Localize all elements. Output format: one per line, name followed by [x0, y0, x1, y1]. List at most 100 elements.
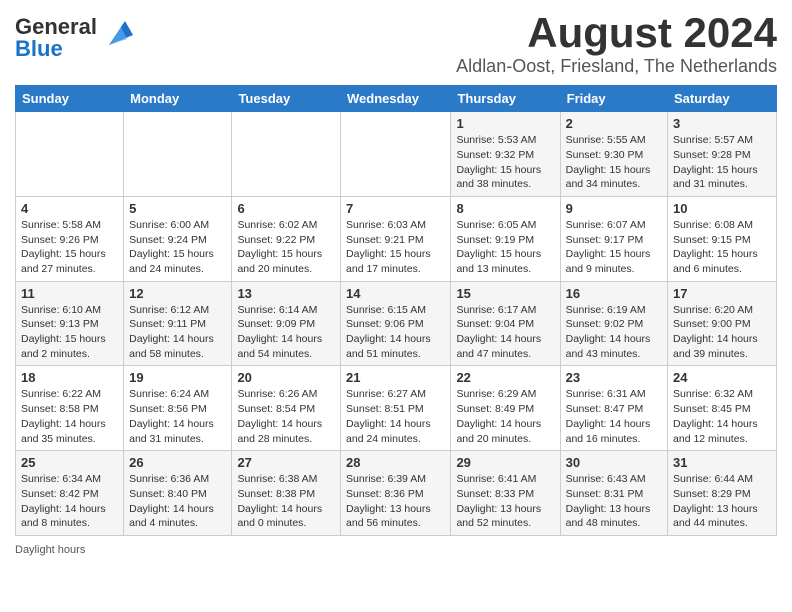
calendar-cell: 13 Sunrise: 6:14 AM Sunset: 9:09 PM Dayli… [232, 281, 341, 366]
calendar-cell: 24 Sunrise: 6:32 AM Sunset: 8:45 PM Dayli… [668, 366, 777, 451]
day-number: 5 [129, 201, 226, 216]
subtitle: Aldlan-Oost, Friesland, The Netherlands [456, 56, 777, 77]
cell-info: Sunrise: 5:53 AM Sunset: 9:32 PM Dayligh… [456, 133, 554, 192]
day-number: 30 [566, 455, 662, 470]
calendar-week-3: 11 Sunrise: 6:10 AM Sunset: 9:13 PM Dayli… [16, 281, 777, 366]
day-number: 28 [346, 455, 445, 470]
cell-info: Sunrise: 5:55 AM Sunset: 9:30 PM Dayligh… [566, 133, 662, 192]
day-number: 4 [21, 201, 118, 216]
day-number: 18 [21, 370, 118, 385]
cell-info: Sunrise: 6:14 AM Sunset: 9:09 PM Dayligh… [237, 303, 335, 362]
calendar-cell: 19Sunrise: 6:24 AM Sunset: 8:56 PM Dayli… [124, 366, 232, 451]
calendar-cell: 28 Sunrise: 6:39 AM Sunset: 8:36 PM Dayli… [341, 451, 451, 536]
day-number: 31 [673, 455, 771, 470]
cell-info: Sunrise: 6:05 AM Sunset: 9:19 PM Dayligh… [456, 218, 554, 277]
calendar-cell: 20 Sunrise: 6:26 AM Sunset: 8:54 PM Dayli… [232, 366, 341, 451]
cell-info: Sunrise: 6:26 AM Sunset: 8:54 PM Dayligh… [237, 387, 335, 446]
calendar-header-row: SundayMondayTuesdayWednesdayThursdayFrid… [16, 86, 777, 112]
calendar-cell: 8 Sunrise: 6:05 AM Sunset: 9:19 PM Daylig… [451, 196, 560, 281]
calendar-cell: 3 Sunrise: 5:57 AM Sunset: 9:28 PM Daylig… [668, 112, 777, 197]
cell-info: Sunrise: 6:34 AM Sunset: 8:42 PM Dayligh… [21, 472, 118, 531]
day-number: 3 [673, 116, 771, 131]
calendar-cell [16, 112, 124, 197]
day-number: 24 [673, 370, 771, 385]
calendar-cell: 15 Sunrise: 6:17 AM Sunset: 9:04 PM Dayli… [451, 281, 560, 366]
calendar-cell: 12 Sunrise: 6:12 AM Sunset: 9:11 PM Dayli… [124, 281, 232, 366]
cell-info: Sunrise: 5:57 AM Sunset: 9:28 PM Dayligh… [673, 133, 771, 192]
cell-info: Sunrise: 6:03 AM Sunset: 9:21 PM Dayligh… [346, 218, 445, 277]
cell-info: Sunrise: 6:00 AM Sunset: 9:24 PM Dayligh… [129, 218, 226, 277]
page-header: General Blue August 2024 Aldlan-Oost, Fr… [15, 10, 777, 77]
logo: General Blue [15, 16, 133, 60]
cell-info: Sunrise: 6:12 AM Sunset: 9:11 PM Dayligh… [129, 303, 226, 362]
day-number: 2 [566, 116, 662, 131]
cell-info: Sunrise: 6:02 AM Sunset: 9:22 PM Dayligh… [237, 218, 335, 277]
day-number: 8 [456, 201, 554, 216]
day-number: 26 [129, 455, 226, 470]
col-header-friday: Friday [560, 86, 667, 112]
main-title: August 2024 [456, 10, 777, 56]
day-number: 7 [346, 201, 445, 216]
col-header-wednesday: Wednesday [341, 86, 451, 112]
day-number: 13 [237, 286, 335, 301]
cell-info: Sunrise: 6:41 AM Sunset: 8:33 PM Dayligh… [456, 472, 554, 531]
col-header-saturday: Saturday [668, 86, 777, 112]
calendar-cell: 10 Sunrise: 6:08 AM Sunset: 9:15 PM Dayli… [668, 196, 777, 281]
calendar-cell: 31 Sunrise: 6:44 AM Sunset: 8:29 PM Dayli… [668, 451, 777, 536]
calendar-cell: 16Sunrise: 6:19 AM Sunset: 9:02 PM Dayli… [560, 281, 667, 366]
cell-info: Sunrise: 6:08 AM Sunset: 9:15 PM Dayligh… [673, 218, 771, 277]
calendar-cell [232, 112, 341, 197]
cell-info: Sunrise: 6:38 AM Sunset: 8:38 PM Dayligh… [237, 472, 335, 531]
day-number: 21 [346, 370, 445, 385]
cell-info: Sunrise: 6:43 AM Sunset: 8:31 PM Dayligh… [566, 472, 662, 531]
cell-info: Sunrise: 6:10 AM Sunset: 9:13 PM Dayligh… [21, 303, 118, 362]
cell-info: Sunrise: 6:07 AM Sunset: 9:17 PM Dayligh… [566, 218, 662, 277]
day-number: 9 [566, 201, 662, 216]
calendar-cell: 18Sunrise: 6:22 AM Sunset: 8:58 PM Dayli… [16, 366, 124, 451]
calendar-cell: 22 Sunrise: 6:29 AM Sunset: 8:49 PM Dayli… [451, 366, 560, 451]
logo-icon [101, 17, 133, 49]
day-number: 25 [21, 455, 118, 470]
calendar-cell [124, 112, 232, 197]
col-header-monday: Monday [124, 86, 232, 112]
cell-info: Sunrise: 6:31 AM Sunset: 8:47 PM Dayligh… [566, 387, 662, 446]
day-number: 29 [456, 455, 554, 470]
day-number: 14 [346, 286, 445, 301]
day-number: 6 [237, 201, 335, 216]
cell-info: Sunrise: 6:36 AM Sunset: 8:40 PM Dayligh… [129, 472, 226, 531]
cell-info: Sunrise: 6:15 AM Sunset: 9:06 PM Dayligh… [346, 303, 445, 362]
calendar-cell: 14 Sunrise: 6:15 AM Sunset: 9:06 PM Dayli… [341, 281, 451, 366]
calendar-cell: 21Sunrise: 6:27 AM Sunset: 8:51 PM Dayli… [341, 366, 451, 451]
calendar-cell: 1 Sunrise: 5:53 AM Sunset: 9:32 PM Daylig… [451, 112, 560, 197]
calendar-cell: 11 Sunrise: 6:10 AM Sunset: 9:13 PM Dayli… [16, 281, 124, 366]
cell-info: Sunrise: 6:24 AM Sunset: 8:56 PM Dayligh… [129, 387, 226, 446]
calendar-cell: 30 Sunrise: 6:43 AM Sunset: 8:31 PM Dayli… [560, 451, 667, 536]
calendar-week-2: 4 Sunrise: 5:58 AM Sunset: 9:26 PM Daylig… [16, 196, 777, 281]
day-number: 16 [566, 286, 662, 301]
logo-blue: Blue [15, 36, 63, 61]
cell-info: Sunrise: 6:29 AM Sunset: 8:49 PM Dayligh… [456, 387, 554, 446]
day-number: 12 [129, 286, 226, 301]
day-number: 22 [456, 370, 554, 385]
cell-info: Sunrise: 6:17 AM Sunset: 9:04 PM Dayligh… [456, 303, 554, 362]
cell-info: Sunrise: 5:58 AM Sunset: 9:26 PM Dayligh… [21, 218, 118, 277]
calendar-cell: 17Sunrise: 6:20 AM Sunset: 9:00 PM Dayli… [668, 281, 777, 366]
calendar-week-1: 1 Sunrise: 5:53 AM Sunset: 9:32 PM Daylig… [16, 112, 777, 197]
day-number: 11 [21, 286, 118, 301]
day-number: 15 [456, 286, 554, 301]
cell-info: Sunrise: 6:32 AM Sunset: 8:45 PM Dayligh… [673, 387, 771, 446]
calendar-table: SundayMondayTuesdayWednesdayThursdayFrid… [15, 85, 777, 536]
calendar-cell: 25 Sunrise: 6:34 AM Sunset: 8:42 PM Dayli… [16, 451, 124, 536]
day-number: 1 [456, 116, 554, 131]
col-header-thursday: Thursday [451, 86, 560, 112]
calendar-week-4: 18Sunrise: 6:22 AM Sunset: 8:58 PM Dayli… [16, 366, 777, 451]
cell-info: Sunrise: 6:39 AM Sunset: 8:36 PM Dayligh… [346, 472, 445, 531]
calendar-cell: 23 Sunrise: 6:31 AM Sunset: 8:47 PM Dayli… [560, 366, 667, 451]
day-number: 17 [673, 286, 771, 301]
calendar-cell: 6 Sunrise: 6:02 AM Sunset: 9:22 PM Daylig… [232, 196, 341, 281]
cell-info: Sunrise: 6:44 AM Sunset: 8:29 PM Dayligh… [673, 472, 771, 531]
day-number: 23 [566, 370, 662, 385]
day-number: 20 [237, 370, 335, 385]
calendar-cell [341, 112, 451, 197]
day-number: 10 [673, 201, 771, 216]
